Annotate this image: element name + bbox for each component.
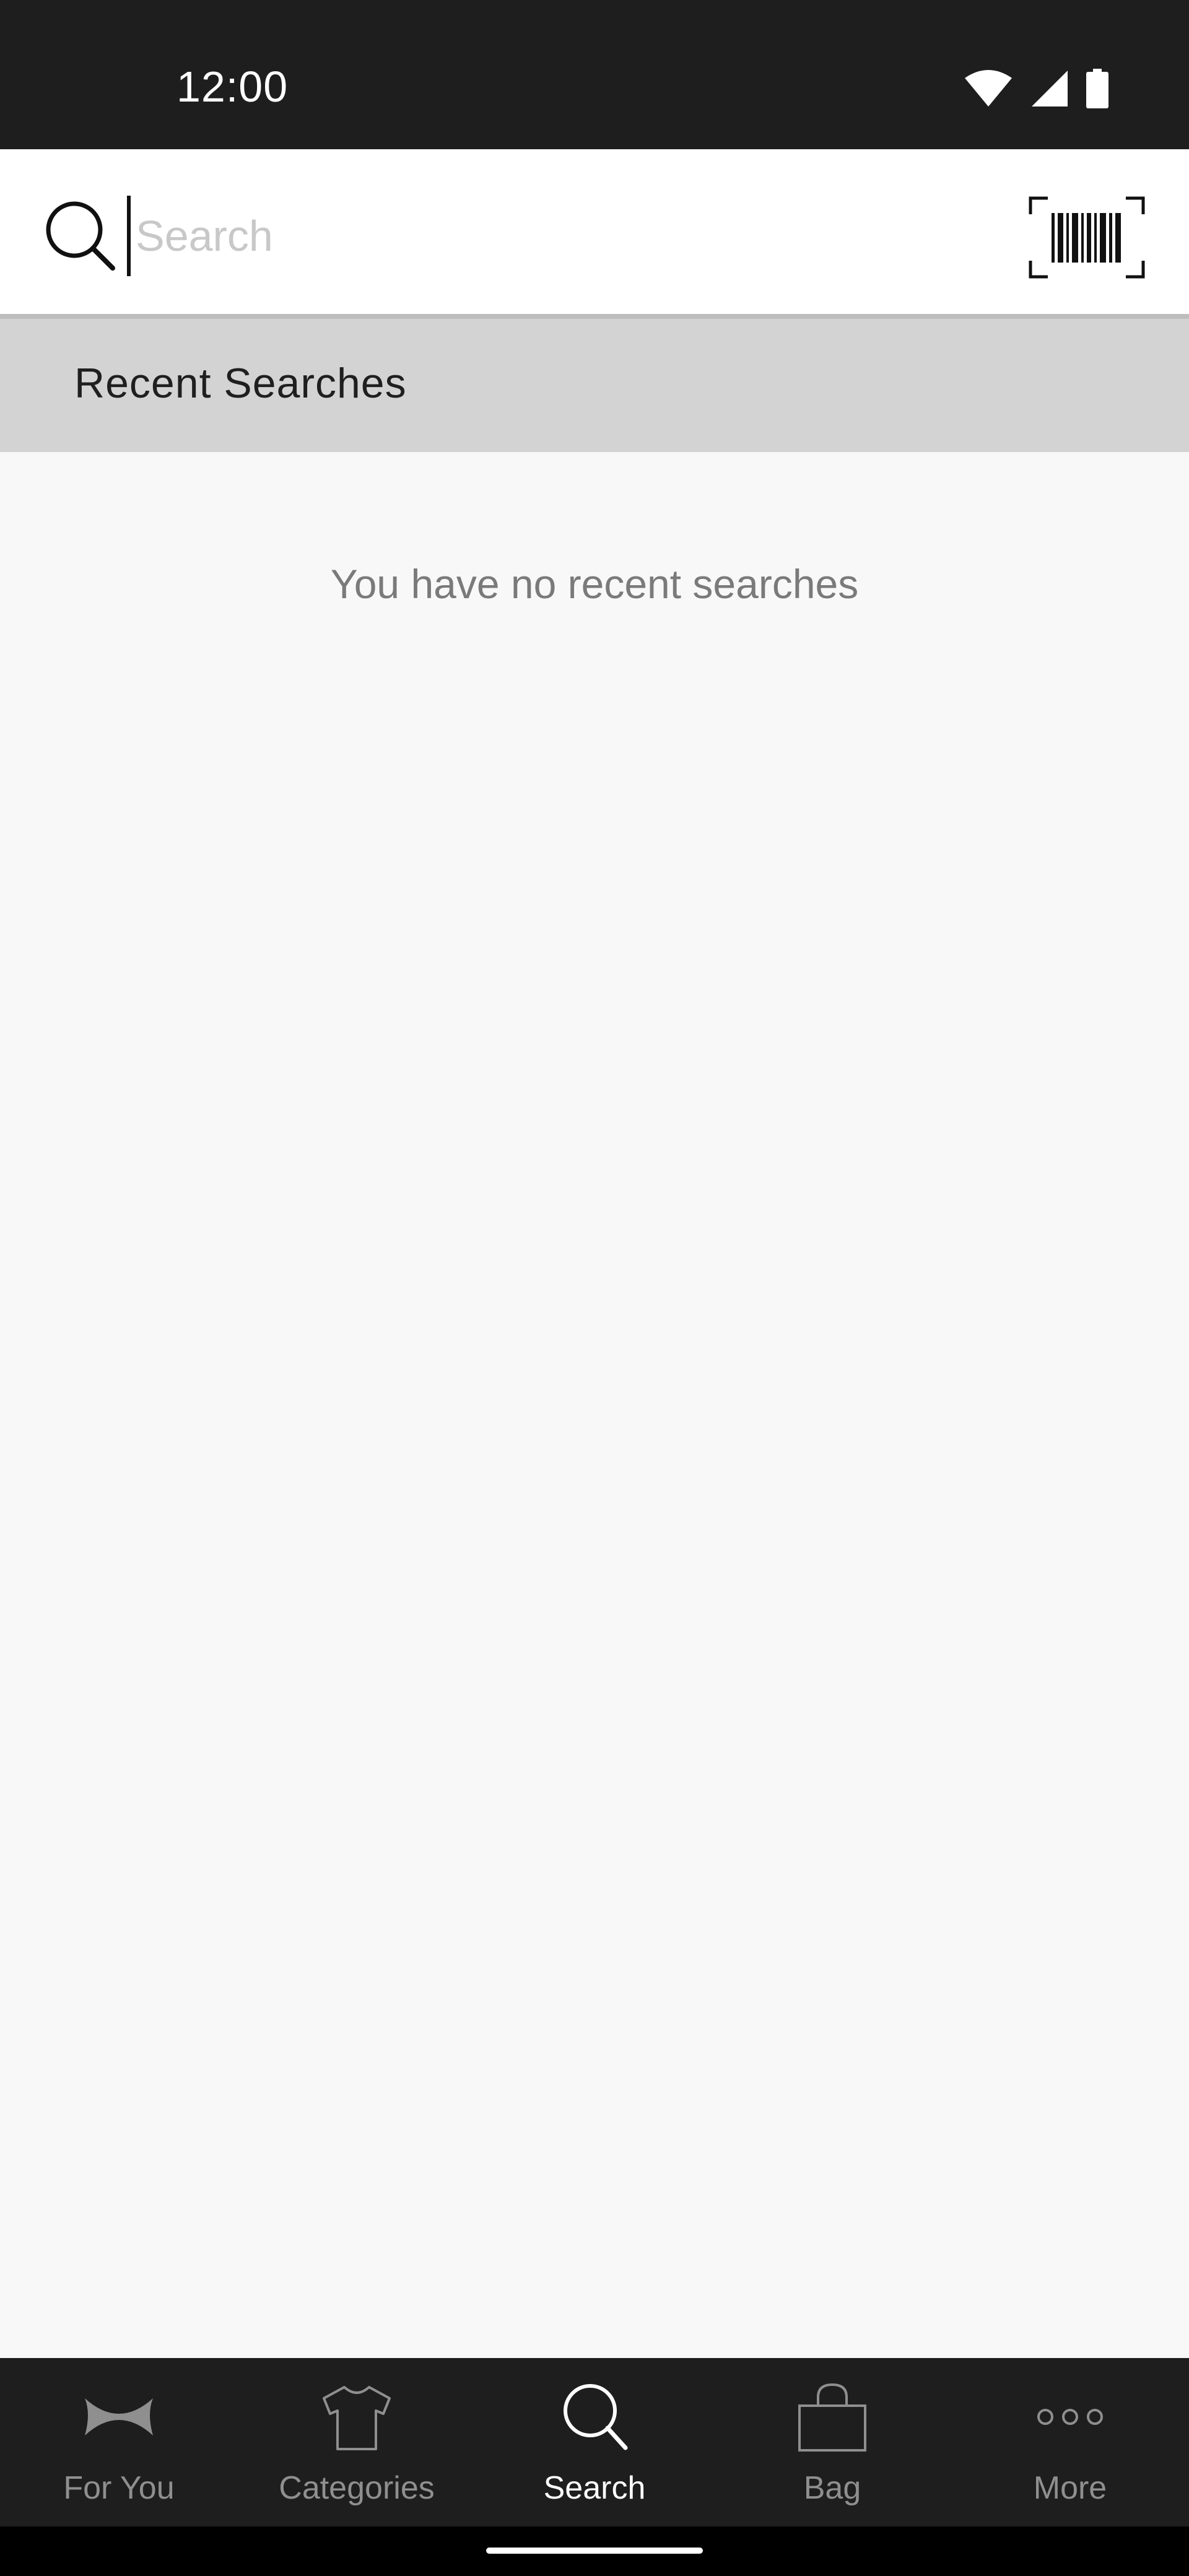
search-input[interactable]: [127, 196, 1003, 276]
bag-icon: [798, 2383, 866, 2452]
recent-searches-header: Recent Searches: [0, 319, 1189, 452]
shirt-icon: [323, 2386, 391, 2450]
status-time: 12:00: [176, 63, 289, 111]
gesture-handle[interactable]: [486, 2548, 703, 2554]
nav-more[interactable]: More: [951, 2358, 1189, 2526]
bottom-navigation: For You Categories Search Bag More: [0, 2358, 1189, 2526]
brand-logo-icon: [85, 2398, 153, 2435]
empty-recent-message: You have no recent searches: [330, 561, 859, 607]
more-dots-icon: [1037, 2409, 1103, 2425]
search-icon: [564, 2384, 628, 2450]
nav-categories[interactable]: Categories: [238, 2358, 476, 2526]
nav-label-search: Search: [543, 2470, 646, 2506]
status-icons: [964, 67, 1108, 110]
gesture-area: [0, 2526, 1189, 2576]
nav-label-bag: Bag: [803, 2470, 861, 2506]
search-icon[interactable]: [43, 199, 118, 273]
search-bar: [0, 149, 1189, 319]
wifi-icon: [965, 70, 1012, 107]
status-bar: 12:00: [0, 0, 1189, 149]
battery-icon: [1086, 69, 1108, 108]
barcode-scan-icon[interactable]: [1028, 196, 1146, 279]
nav-for-you[interactable]: For You: [0, 2358, 238, 2526]
recent-searches-title: Recent Searches: [74, 360, 407, 407]
nav-label-for-you: For You: [63, 2470, 175, 2506]
cellular-signal-icon: [1032, 71, 1068, 107]
search-screen: 12:00 Search Recent Searches You have no…: [0, 0, 1189, 2576]
nav-label-categories: Categories: [279, 2470, 435, 2506]
nav-label-more: More: [1033, 2470, 1107, 2506]
nav-bag[interactable]: Bag: [713, 2358, 951, 2526]
nav-search[interactable]: Search: [476, 2358, 713, 2526]
